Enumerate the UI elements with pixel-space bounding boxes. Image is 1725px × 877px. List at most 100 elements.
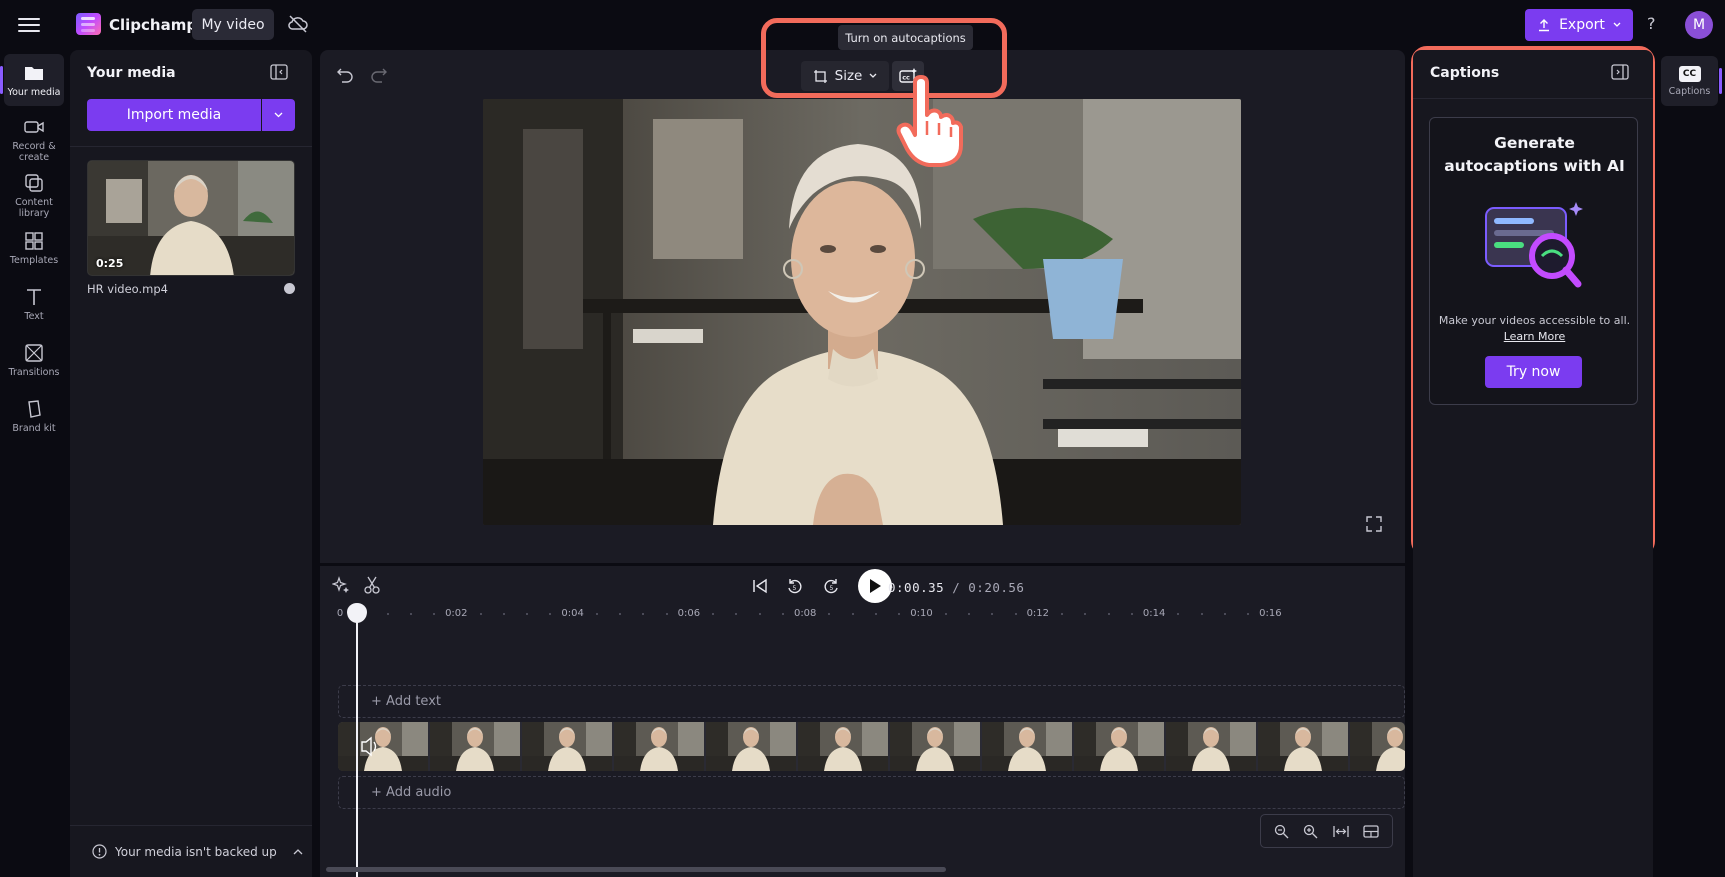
ruler-tick-dot [735,613,738,615]
ruler-tick-label: 0 [336,608,344,619]
fullscreen-icon[interactable] [1366,516,1382,532]
chevron-down-icon [274,112,283,118]
ruler-tick-dot [549,613,552,615]
ruler-tick-dot [386,613,389,615]
ruler-tick-dot [712,613,715,615]
nav-item-brand-kit[interactable]: Brand kit [4,392,64,434]
redo-icon[interactable] [370,66,388,84]
zoom-in-icon[interactable] [1303,824,1318,839]
time-readout: 0:00.35 / 0:20.56 [888,580,1024,595]
rewind-5s-icon[interactable]: 5 [786,577,804,595]
ruler-tick-label: 0:02 [445,608,468,619]
size-button[interactable]: Size [801,61,889,91]
ruler-tick-dot [1014,613,1017,615]
ruler-tick-label: 0:04 [561,608,584,619]
ruler-tick-dot [1084,613,1087,615]
ruler-tick-dot [642,613,645,615]
backup-text: Your media isn't backed up [115,844,277,859]
ruler-tick-label: 0:06 [677,608,701,619]
try-now-button[interactable]: Try now [1485,356,1582,388]
filmstrip-frame [338,722,428,771]
filmstrip-frame [1074,722,1164,771]
help-icon[interactable]: ? [1647,14,1656,33]
rail-item-captions[interactable]: CC Captions [1661,56,1722,106]
hamburger-menu-icon[interactable] [18,14,40,34]
filmstrip-frame [1166,722,1256,771]
ruler-tick-dot [479,613,482,615]
media-duration: 0:25 [96,257,124,270]
app-name: Clipchamp [109,16,198,34]
nav-item-templates[interactable]: Templates [4,224,64,266]
brand-kit-icon [28,400,41,418]
filmstrip-frame [706,722,796,771]
undo-icon[interactable] [336,66,354,84]
export-button[interactable]: Export [1525,9,1633,41]
add-text-label: + Add text [371,694,441,709]
import-media-button[interactable]: Import media [87,99,261,131]
cloud-offline-icon[interactable] [287,14,309,34]
ruler-tick-dot [526,613,529,615]
right-rail: CC Captions [1661,50,1725,877]
ruler-tick-dot [433,613,436,615]
chevron-up-icon [293,849,303,855]
fit-to-width-icon[interactable] [1332,824,1349,839]
check-icon [284,283,295,294]
ruler-tick-dot [828,613,831,615]
filmstrip-frame [982,722,1072,771]
ruler-tick-dot [1177,613,1180,615]
video-frame-image [483,99,1241,525]
captions-icon: CC [1678,66,1701,82]
ruler-tick-dot [991,613,994,615]
current-time: 0:00.35 [888,580,945,595]
timeline-scrollbar[interactable] [326,867,946,872]
nav-item-your-media[interactable]: Your media [0,54,64,106]
add-audio-track[interactable]: + Add audio [338,776,1405,809]
collapse-panel-icon[interactable] [1611,64,1629,80]
add-text-track[interactable]: + Add text [338,685,1405,718]
autocaptions-card: Generate autocaptions with AI Make your … [1429,117,1638,405]
magic-sparkle-icon[interactable] [332,576,350,594]
zoom-controls [1260,814,1393,848]
filmstrip-frame [798,722,888,771]
nav-item-label: Text [24,311,44,322]
nav-item-label: Transitions [8,367,60,378]
export-label: Export [1559,17,1605,33]
backup-status[interactable]: Your media isn't backed up [70,825,312,877]
zoom-out-icon[interactable] [1274,824,1289,839]
skip-to-start-icon[interactable] [752,578,768,594]
video-track[interactable] [338,722,1405,771]
play-icon [870,579,881,593]
ruler-tick-label: 0:12 [1026,608,1050,619]
timeline-ruler[interactable]: 0 0:02 0:04 0:06 0:08 0:10 0:12 0:14 0:16 [336,608,1398,624]
folder-icon [25,67,43,80]
time-separator: / [952,580,961,595]
scissors-icon[interactable] [363,576,381,594]
media-thumbnail[interactable]: 0:25 [87,160,295,276]
timeline-layout-icon[interactable] [1363,824,1379,839]
chevron-down-icon [1613,22,1621,27]
media-panel-title: Your media [87,65,176,81]
templates-icon [25,232,43,250]
playhead[interactable] [356,606,358,877]
nav-item-text[interactable]: Text [4,280,64,322]
rail-item-label: Captions [1668,86,1711,97]
project-name-field[interactable]: My video [192,9,274,40]
video-preview[interactable] [483,99,1241,525]
avatar[interactable]: M [1685,11,1713,39]
nav-item-content-library[interactable]: Content library [4,166,64,219]
add-audio-label: + Add audio [371,785,452,800]
nav-item-label: Templates [9,255,59,266]
filmstrip-frame [1258,722,1348,771]
import-options-button[interactable] [262,99,295,131]
forward-5s-icon[interactable]: 5 [822,577,840,595]
collapse-panel-icon[interactable] [270,64,288,80]
nav-item-record-create[interactable]: Record & create [4,110,64,163]
upload-icon [1539,19,1550,32]
learn-more-link[interactable]: Learn More [1436,330,1633,343]
ruler-tick-dot [502,613,505,615]
nav-item-transitions[interactable]: Transitions [4,336,64,378]
ruler-tick-dot [1200,613,1203,615]
warning-circle-icon [92,844,107,859]
play-button[interactable] [858,569,892,603]
autocaptions-description: Make your videos accessible to all. [1438,314,1631,327]
